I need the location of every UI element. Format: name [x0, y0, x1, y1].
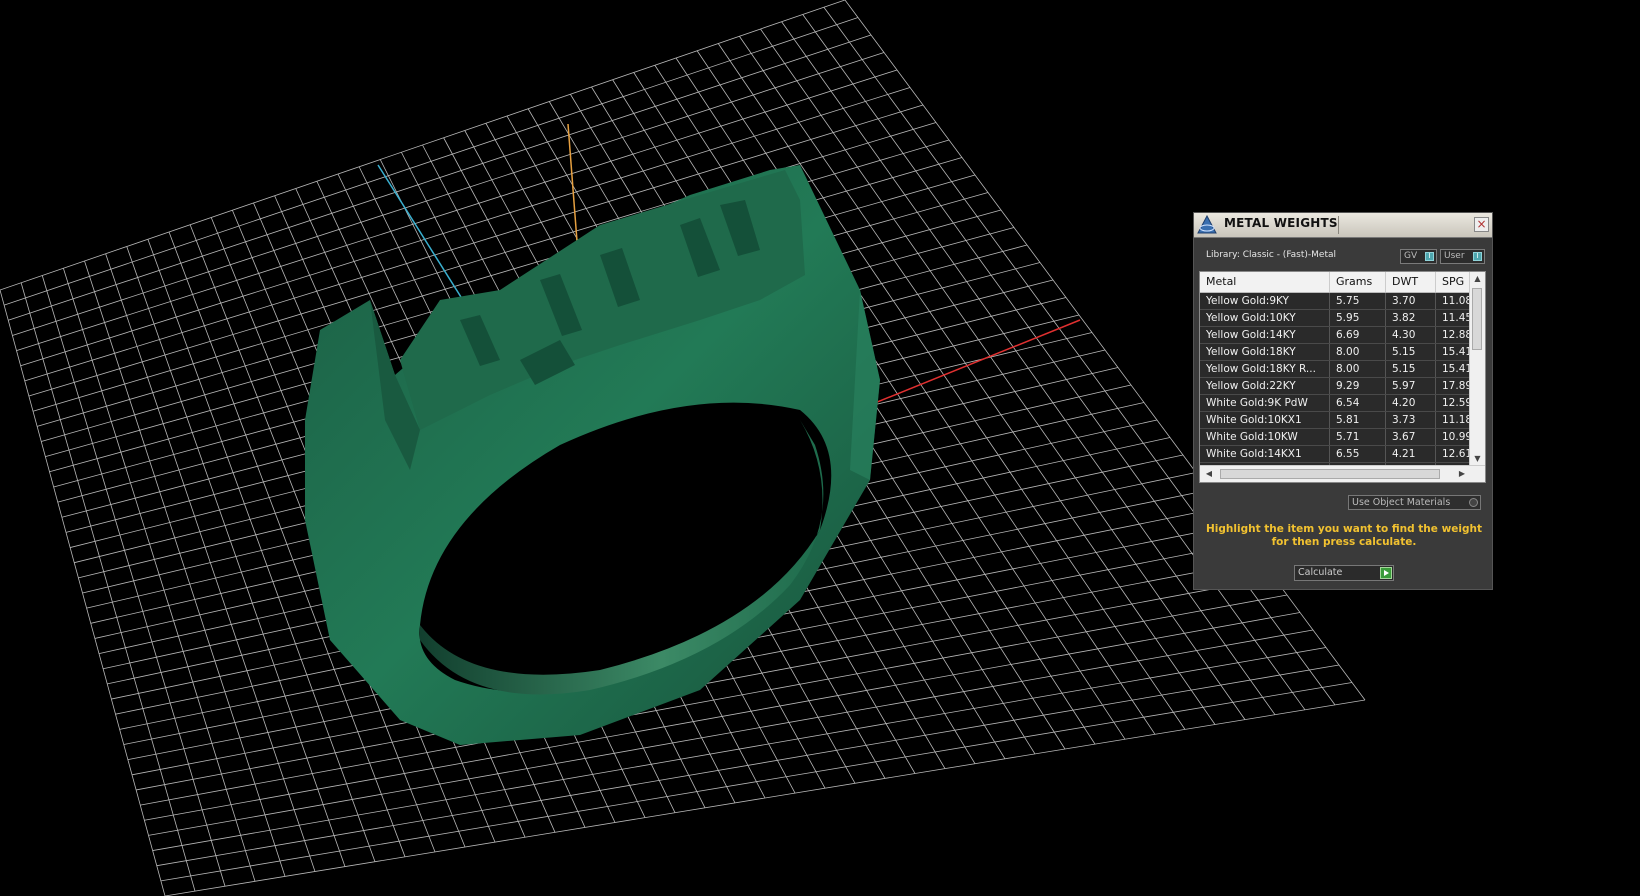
toggle-indicator-icon: I: [1425, 252, 1434, 261]
column-header-grams[interactable]: Grams: [1330, 272, 1386, 292]
cell-grams: 5.71: [1330, 429, 1386, 445]
cell-grams: 6.69: [1330, 327, 1386, 343]
horizontal-scroll-thumb[interactable]: [1220, 469, 1440, 479]
table-row[interactable]: Yellow Gold:18KY 8.00 5.15 15.41: [1200, 344, 1470, 361]
cell-metal: Yellow Gold:22KY: [1200, 378, 1330, 394]
cell-dwt: 5.15: [1386, 361, 1436, 377]
vertical-scroll-thumb[interactable]: [1472, 288, 1482, 350]
cell-spg: 11.08: [1442, 295, 1470, 307]
title-divider: [1338, 216, 1339, 234]
close-button[interactable]: ×: [1474, 217, 1489, 232]
play-arrow-icon: [1380, 567, 1392, 579]
cell-spg: 12.59: [1442, 397, 1470, 409]
panel-title: METAL WEIGHTS: [1224, 216, 1338, 230]
radio-indicator-icon: [1469, 498, 1478, 507]
cell-dwt: 5.15: [1386, 344, 1436, 360]
cell-grams: 8.00: [1330, 344, 1386, 360]
gv-toggle-label: GV: [1404, 251, 1418, 261]
cell-dwt: 3.67: [1386, 429, 1436, 445]
column-header-spg[interactable]: SPG: [1436, 272, 1470, 292]
instruction-line-2: for then press calculate.: [1271, 536, 1417, 548]
library-label: Library: Classic - (Fast)-Metal: [1206, 250, 1337, 260]
cell-metal: White Gold:10KX1: [1200, 412, 1330, 428]
cell-spg: 15.41: [1442, 363, 1470, 375]
cell-spg: 10.99: [1442, 431, 1470, 443]
cell-metal: White Gold:14KX1: [1200, 446, 1330, 462]
calculate-label: Calculate: [1298, 567, 1343, 578]
vertical-scrollbar[interactable]: ▲ ▼: [1469, 272, 1485, 466]
cell-grams: 6.54: [1330, 395, 1386, 411]
user-toggle-label: User: [1444, 251, 1465, 261]
cell-metal: Yellow Gold:14KY: [1200, 327, 1330, 343]
metal-weights-panel: METAL WEIGHTS × Library: Classic - (Fast…: [1193, 212, 1493, 590]
table-row[interactable]: White Gold:10KW 5.71 3.67 10.99: [1200, 429, 1470, 446]
scroll-down-icon[interactable]: ▼: [1470, 452, 1485, 466]
cell-grams: 6.55: [1330, 446, 1386, 462]
cell-metal: Yellow Gold:9KY: [1200, 293, 1330, 309]
table-row[interactable]: Yellow Gold:9KY 5.75 3.70 11.08: [1200, 293, 1470, 310]
column-header-metal[interactable]: Metal: [1200, 272, 1330, 292]
use-object-materials-label: Use Object Materials: [1352, 497, 1451, 508]
cell-spg: 15.41: [1442, 346, 1470, 358]
table-body: Yellow Gold:9KY 5.75 3.70 11.08 Yellow Gold:…: [1200, 293, 1470, 480]
table-row[interactable]: White Gold:9K PdW 6.54 4.20 12.59: [1200, 395, 1470, 412]
cell-grams: 5.95: [1330, 310, 1386, 326]
cell-dwt: 3.70: [1386, 293, 1436, 309]
cell-grams: 5.81: [1330, 412, 1386, 428]
cell-metal: White Gold:9K PdW: [1200, 395, 1330, 411]
table-row[interactable]: White Gold:10KX1 5.81 3.73 11.18: [1200, 412, 1470, 429]
cell-spg: 12.88: [1442, 329, 1470, 341]
cell-spg: 12.61: [1442, 448, 1470, 460]
cell-grams: 8.00: [1330, 361, 1386, 377]
user-library-toggle[interactable]: User I: [1440, 249, 1485, 264]
gv-library-toggle[interactable]: GV I: [1400, 249, 1437, 264]
cell-dwt: 4.20: [1386, 395, 1436, 411]
toggle-indicator-icon: I: [1473, 252, 1482, 261]
cell-spg: 17.89: [1442, 380, 1470, 392]
instruction-line-1: Highlight the item you want to find the …: [1206, 523, 1482, 535]
scroll-right-icon[interactable]: ▶: [1455, 466, 1469, 482]
cell-metal: Yellow Gold:18KY R...: [1200, 361, 1330, 377]
table-row[interactable]: Yellow Gold:18KY R... 8.00 5.15 15.41: [1200, 361, 1470, 378]
table-row[interactable]: White Gold:14KX1 6.55 4.21 12.61: [1200, 446, 1470, 463]
table-header: Metal Grams DWT SPG: [1200, 272, 1470, 293]
cell-dwt: 4.30: [1386, 327, 1436, 343]
metal-table: Metal Grams DWT SPG Yellow Gold:9KY 5.75 3…: [1199, 271, 1486, 483]
cell-spg: 11.18: [1442, 414, 1470, 426]
scroll-up-icon[interactable]: ▲: [1470, 272, 1485, 286]
cell-grams: 5.75: [1330, 293, 1386, 309]
cell-dwt: 5.97: [1386, 378, 1436, 394]
cell-metal: Yellow Gold:18KY: [1200, 344, 1330, 360]
calculate-button[interactable]: Calculate: [1294, 565, 1394, 581]
cell-dwt: 3.73: [1386, 412, 1436, 428]
column-header-dwt[interactable]: DWT: [1386, 272, 1436, 292]
instruction-text: Highlight the item you want to find the …: [1204, 523, 1484, 549]
cell-metal: White Gold:10KW: [1200, 429, 1330, 445]
cell-dwt: 3.82: [1386, 310, 1436, 326]
cell-grams: 9.29: [1330, 378, 1386, 394]
cell-dwt: 4.21: [1386, 446, 1436, 462]
use-object-materials-toggle[interactable]: Use Object Materials: [1348, 495, 1481, 510]
table-row[interactable]: Yellow Gold:10KY 5.95 3.82 11.45: [1200, 310, 1470, 327]
cell-spg: 11.45: [1442, 312, 1470, 324]
table-row[interactable]: Yellow Gold:22KY 9.29 5.97 17.89: [1200, 378, 1470, 395]
panel-titlebar[interactable]: METAL WEIGHTS ×: [1194, 213, 1492, 238]
horizontal-scrollbar[interactable]: ◀ ▶: [1200, 465, 1485, 482]
cell-metal: Yellow Gold:10KY: [1200, 310, 1330, 326]
scroll-left-icon[interactable]: ◀: [1202, 466, 1216, 482]
table-row[interactable]: Yellow Gold:14KY 6.69 4.30 12.88: [1200, 327, 1470, 344]
app-logo-icon: [1197, 215, 1217, 234]
